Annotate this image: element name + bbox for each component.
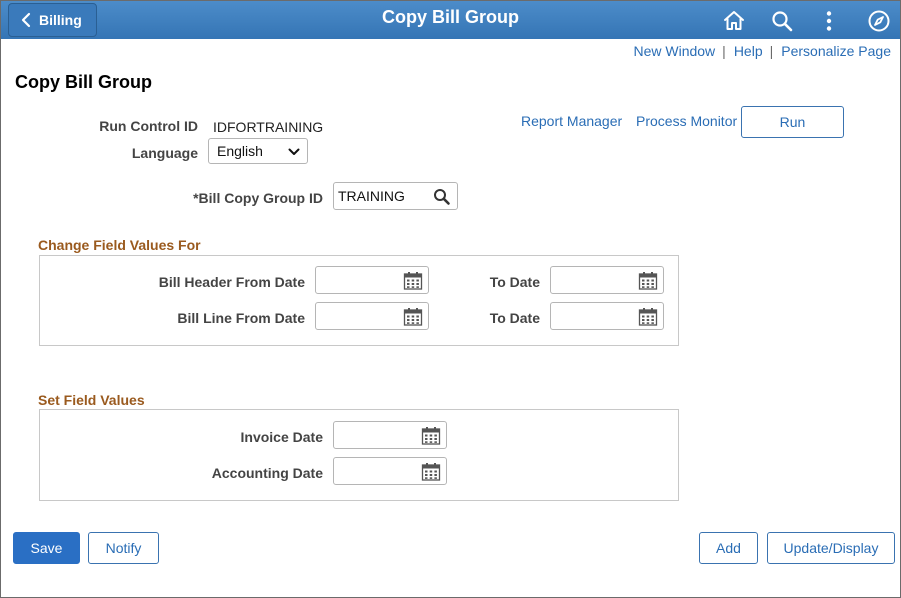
bill-header-from-input[interactable] <box>315 266 429 294</box>
bill-line-from-input[interactable] <box>315 302 429 330</box>
calendar-icon[interactable] <box>638 307 658 327</box>
run-control-value: IDFORTRAINING <box>213 119 324 135</box>
bill-header-from-label: Bill Header From Date <box>158 274 305 290</box>
report-manager-link[interactable]: Report Manager <box>521 113 622 129</box>
update-display-button[interactable]: Update/Display <box>767 532 895 564</box>
search-icon[interactable] <box>432 187 452 207</box>
set-field-values-title: Set Field Values <box>38 392 145 408</box>
bill-line-to-input[interactable] <box>550 302 664 330</box>
new-window-link[interactable]: New Window <box>633 43 715 59</box>
add-button[interactable]: Add <box>699 532 758 564</box>
compass-icon[interactable] <box>867 9 891 33</box>
bill-line-to-label: To Date <box>489 310 540 326</box>
personalize-page-link[interactable]: Personalize Page <box>781 43 891 59</box>
run-button[interactable]: Run <box>741 106 844 138</box>
accounting-date-input[interactable] <box>333 457 447 485</box>
top-links: New Window | Help | Personalize Page <box>633 43 891 59</box>
bill-copy-group-value: TRAINING <box>338 188 405 204</box>
process-monitor-link[interactable]: Process Monitor <box>636 113 737 129</box>
calendar-icon[interactable] <box>421 462 441 482</box>
notify-button[interactable]: Notify <box>88 532 159 564</box>
calendar-icon[interactable] <box>638 271 658 291</box>
search-icon[interactable] <box>770 9 794 33</box>
run-control-label: Run Control ID <box>99 118 198 134</box>
home-icon[interactable] <box>722 9 746 33</box>
bill-line-from-label: Bill Line From Date <box>177 310 305 326</box>
save-button-label: Save <box>30 540 63 556</box>
language-select[interactable]: English <box>208 138 308 164</box>
header-bar: Billing Copy Bill Group <box>1 1 900 39</box>
accounting-date-label: Accounting Date <box>211 465 323 481</box>
more-options-icon[interactable] <box>817 9 841 33</box>
invoice-date-input[interactable] <box>333 421 447 449</box>
notify-button-label: Notify <box>105 540 142 556</box>
chevron-down-icon <box>288 148 300 155</box>
help-link[interactable]: Help <box>734 43 763 59</box>
calendar-icon[interactable] <box>403 271 423 291</box>
link-separator: | <box>722 43 726 59</box>
bill-header-to-label: To Date <box>489 274 540 290</box>
add-button-label: Add <box>716 540 741 556</box>
page-frame: Billing Copy Bill Group New Window | Help |… <box>0 0 901 598</box>
calendar-icon[interactable] <box>421 426 441 446</box>
update-display-button-label: Update/Display <box>783 540 879 556</box>
run-button-label: Run <box>779 114 806 130</box>
language-select-value: English <box>217 143 263 159</box>
bill-header-to-input[interactable] <box>550 266 664 294</box>
bill-copy-group-input[interactable]: TRAINING <box>333 182 458 210</box>
language-label: Language <box>131 145 198 161</box>
page-title: Copy Bill Group <box>15 72 152 92</box>
change-field-values-title: Change Field Values For <box>38 237 201 253</box>
header-title: Copy Bill Group <box>382 7 519 27</box>
invoice-date-label: Invoice Date <box>240 429 323 445</box>
calendar-icon[interactable] <box>403 307 423 327</box>
link-separator: | <box>769 43 774 59</box>
bill-copy-group-label: *Bill Copy Group ID <box>193 190 323 206</box>
save-button[interactable]: Save <box>13 532 80 564</box>
